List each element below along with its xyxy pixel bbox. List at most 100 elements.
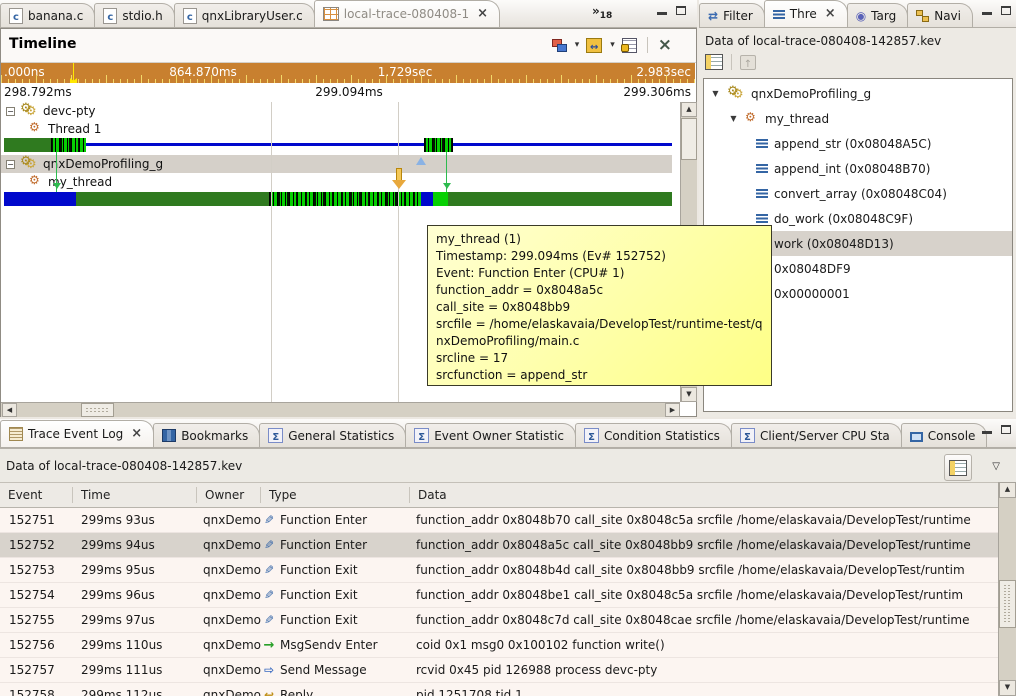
tree-item[interactable]: ▼ my_thread — [704, 106, 1012, 131]
view-tab[interactable]: Targ — [847, 3, 909, 27]
thread-label: Thread 1 — [48, 122, 101, 136]
cell-time: 299ms 94us — [73, 538, 197, 552]
trace-segment — [86, 143, 424, 146]
table-row[interactable]: 152755 299ms 97us qnxDemoProfiling_g Fun… — [0, 608, 998, 633]
view-tab[interactable]: Condition Statistics — [575, 423, 732, 447]
scrollbar-thumb[interactable] — [999, 580, 1016, 628]
close-icon[interactable]: × — [825, 9, 836, 19]
chevron-down-icon[interactable]: ▾ — [610, 40, 615, 50]
view-tab[interactable]: Trace Event Log × — [0, 420, 154, 447]
expander-icon[interactable]: ▼ — [728, 114, 739, 123]
minimize-icon[interactable] — [657, 12, 667, 15]
thread-row[interactable]: my_thread — [29, 173, 112, 191]
close-icon[interactable]: × — [131, 429, 142, 439]
view-tab-label: Targ — [871, 9, 896, 23]
editor-tab-label: qnxLibraryUser.c — [202, 9, 303, 23]
tab-overflow-chevron[interactable]: »18 — [592, 4, 612, 21]
table-vertical-scrollbar[interactable]: ▲ ▼ — [998, 482, 1016, 696]
view-menu-dropdown-icon[interactable]: ▽ — [992, 461, 1000, 472]
scrollbar-thumb[interactable] — [681, 118, 697, 160]
process-row[interactable]: − qnxDemoProfiling_g — [6, 155, 163, 173]
table-view-icon[interactable] — [705, 54, 723, 70]
thread-icon — [29, 122, 43, 136]
thread-row[interactable]: Thread 1 — [29, 120, 101, 138]
minimize-icon[interactable] — [982, 12, 992, 15]
maximize-icon[interactable] — [1001, 425, 1011, 434]
view-tab-icon — [414, 428, 429, 443]
export-icon[interactable] — [740, 55, 756, 70]
table-row[interactable]: 152752 299ms 94us qnxDemoProfiling_g Fun… — [0, 533, 998, 558]
scrollbar-thumb[interactable] — [81, 403, 114, 417]
column-header-time[interactable]: Time — [73, 487, 197, 503]
table-view-toggle-button[interactable] — [944, 454, 972, 481]
view-tab[interactable]: Thre × — [764, 0, 848, 27]
lock-table-icon[interactable] — [622, 38, 637, 53]
trace-segment — [453, 143, 672, 146]
tree-item[interactable]: ▼ qnxDemoProfiling_g — [704, 81, 1012, 106]
editor-tab[interactable]: qnxLibraryUser.c — [174, 3, 315, 27]
scroll-right-button[interactable]: ▶ — [665, 403, 680, 417]
editor-tab[interactable]: banana.c — [0, 3, 95, 27]
file-icon — [323, 7, 339, 21]
tree-item[interactable]: append_str (0x08048A5C) — [704, 131, 1012, 156]
chevron-down-icon[interactable]: ▾ — [575, 40, 580, 50]
collapse-icon[interactable]: − — [6, 160, 15, 169]
table-row[interactable]: 152754 299ms 96us qnxDemoProfiling_g Fun… — [0, 583, 998, 608]
column-header-type[interactable]: Type — [261, 487, 410, 503]
editor-tab[interactable]: local-trace-080408-1 × — [314, 0, 500, 27]
maximize-icon[interactable] — [676, 6, 686, 15]
table-row[interactable]: 152753 299ms 95us qnxDemoProfiling_g Fun… — [0, 558, 998, 583]
view-tab-icon — [584, 428, 599, 443]
pan-icon[interactable] — [586, 38, 602, 53]
column-header-data[interactable]: Data — [410, 487, 998, 503]
process-row[interactable]: − devc-pty — [6, 102, 95, 120]
view-tab[interactable]: Bookmarks — [153, 423, 260, 447]
expander-icon[interactable]: ▼ — [710, 89, 721, 98]
tree-item-label: do_work (0x08048C9F) — [774, 212, 913, 226]
table-row[interactable]: 152758 299ms 112us qnxDemoProfiling_g Re… — [0, 683, 998, 696]
scroll-up-button[interactable]: ▲ — [999, 482, 1016, 498]
cell-type: Send Message — [261, 663, 410, 677]
scroll-up-button[interactable]: ▲ — [681, 102, 697, 117]
cell-event: 152754 — [0, 588, 73, 602]
gridline — [398, 102, 399, 402]
tree-item[interactable]: convert_array (0x08048C04) — [704, 181, 1012, 206]
timeline-horizontal-scrollbar[interactable]: ◀ ▶ — [1, 402, 680, 417]
ruler-tick-label: 298.792ms — [4, 85, 72, 99]
scroll-left-button[interactable]: ◀ — [2, 403, 17, 417]
minimize-icon[interactable] — [982, 431, 992, 434]
layout-icon[interactable] — [552, 38, 567, 52]
scroll-down-button[interactable]: ▼ — [999, 680, 1016, 696]
chevron-icon: » — [592, 4, 600, 18]
editor-tab[interactable]: stdio.h — [94, 3, 174, 27]
timeline-cursor[interactable] — [73, 63, 74, 83]
view-tab[interactable]: Console — [901, 423, 988, 447]
table-row[interactable]: 152757 299ms 111us qnxDemoProfiling_g Se… — [0, 658, 998, 683]
column-header-event[interactable]: Event — [0, 487, 73, 503]
cell-event: 152757 — [0, 663, 73, 677]
trace-bar-1[interactable] — [1, 192, 672, 206]
trace-bar-0[interactable] — [1, 138, 672, 152]
table-row[interactable]: 152756 299ms 110us qnxDemoProfiling_g Ms… — [0, 633, 998, 658]
table-row[interactable]: 152751 299ms 93us qnxDemoProfiling_g Fun… — [0, 508, 998, 533]
close-icon[interactable]: × — [477, 9, 488, 19]
blue-up-marker-icon — [416, 152, 426, 165]
trace-segment — [448, 192, 672, 206]
view-tab[interactable]: Event Owner Statistic — [405, 423, 576, 447]
ruler-tick-label: 299.306ms — [623, 85, 691, 99]
scroll-down-button[interactable]: ▼ — [681, 387, 697, 402]
tree-item[interactable]: append_int (0x08048B70) — [704, 156, 1012, 181]
view-tab[interactable]: Navi — [907, 3, 973, 27]
view-tab[interactable]: General Statistics — [259, 423, 406, 447]
timeline-overview-ruler[interactable]: .000ns 864.870ms 1.729sec 2.983sec — [1, 63, 695, 83]
view-tab[interactable]: Filter — [699, 3, 765, 27]
collapse-icon[interactable]: − — [6, 107, 15, 116]
close-icon[interactable]: × — [658, 38, 672, 52]
maximize-icon[interactable] — [1001, 6, 1011, 15]
trace-segment — [421, 192, 433, 206]
view-tab[interactable]: Client/Server CPU Sta — [731, 423, 902, 447]
column-header-owner[interactable]: Owner — [197, 487, 261, 503]
ruler-tick-label: .000ns — [4, 65, 45, 79]
view-tab-icon — [773, 10, 785, 19]
timeline-zoom-ruler[interactable]: 298.792ms 299.094ms 299.306ms — [1, 83, 695, 103]
